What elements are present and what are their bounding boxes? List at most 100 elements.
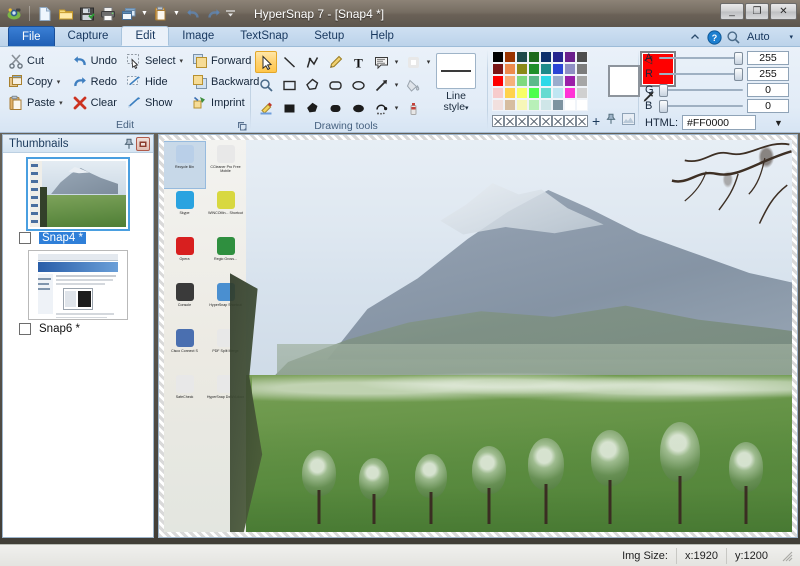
arrow-dropdown-arrow[interactable]: ▾	[392, 74, 401, 96]
chevron-up-icon[interactable]	[687, 29, 703, 45]
background-color-swatch[interactable]	[608, 65, 640, 97]
filled-ellipse-icon[interactable]	[347, 97, 369, 119]
transparent-swatch-2[interactable]	[516, 115, 528, 127]
palette-swatch-1-3[interactable]	[528, 63, 540, 75]
slider-thumb[interactable]	[659, 100, 668, 113]
pin-icon[interactable]	[122, 137, 136, 151]
pin-icon[interactable]	[605, 113, 617, 128]
palette-swatch-1-1[interactable]	[504, 63, 516, 75]
blur-icon[interactable]	[402, 51, 424, 73]
help-icon[interactable]: ?	[706, 29, 722, 45]
print-icon[interactable]	[98, 4, 117, 23]
tab-edit[interactable]: Edit	[121, 26, 169, 46]
channel-slider-B[interactable]	[659, 100, 743, 112]
ellipse-icon[interactable]	[347, 74, 369, 96]
thumbnail-checkbox[interactable]	[19, 323, 31, 335]
palette-swatch-1-0[interactable]	[492, 63, 504, 75]
thumbnail-label[interactable]: Snap6 *	[39, 323, 80, 335]
spray-can-icon[interactable]	[402, 97, 424, 119]
capture-dropdown-arrow[interactable]: ▼	[140, 4, 149, 23]
capture-window-icon[interactable]	[119, 4, 138, 23]
palette-swatch-3-6[interactable]	[564, 87, 576, 99]
arrow-tool-icon[interactable]	[370, 74, 392, 96]
pointer-select-icon[interactable]	[255, 51, 277, 73]
palette-swatch-3-5[interactable]	[552, 87, 564, 99]
palette-swatch-0-7[interactable]	[576, 51, 588, 63]
callout-icon[interactable]	[370, 51, 392, 73]
add-color-button[interactable]: +	[592, 115, 600, 127]
transparent-swatch-1[interactable]	[504, 115, 516, 127]
paste-dropdown-arrow[interactable]: ▾	[59, 99, 63, 107]
palette-swatch-4-4[interactable]	[540, 99, 552, 111]
new-file-icon[interactable]	[35, 4, 54, 23]
palette-swatch-4-7[interactable]	[576, 99, 588, 111]
palette-swatch-4-2[interactable]	[516, 99, 528, 111]
palette-swatch-2-1[interactable]	[504, 75, 516, 87]
open-folder-icon[interactable]	[56, 4, 75, 23]
minimize-button[interactable]: _	[720, 3, 744, 20]
hypersnap-icon[interactable]	[5, 4, 24, 23]
palette-swatch-2-7[interactable]	[576, 75, 588, 87]
slider-thumb[interactable]	[659, 84, 668, 97]
transparent-swatch-4[interactable]	[540, 115, 552, 127]
tab-help[interactable]: Help	[357, 26, 407, 46]
filled-rectangle-icon[interactable]	[278, 97, 300, 119]
transparent-swatches[interactable]	[492, 115, 588, 127]
palette-swatch-1-6[interactable]	[564, 63, 576, 75]
blur-dropdown-arrow[interactable]: ▾	[424, 51, 433, 73]
highlighter-icon[interactable]	[255, 97, 277, 119]
pencil-icon[interactable]	[324, 51, 346, 73]
clear-button[interactable]: Clear	[68, 92, 122, 113]
palette-swatch-3-1[interactable]	[504, 87, 516, 99]
undo-icon[interactable]	[183, 4, 202, 23]
tab-capture[interactable]: Capture	[55, 26, 122, 46]
redo-icon[interactable]	[204, 4, 223, 23]
palette-swatch-0-6[interactable]	[564, 51, 576, 63]
save-icon[interactable]	[77, 4, 96, 23]
tab-image[interactable]: Image	[169, 26, 227, 46]
palette-swatch-4-6[interactable]	[564, 99, 576, 111]
channel-slider-G[interactable]	[659, 84, 743, 96]
palette-swatch-2-2[interactable]	[516, 75, 528, 87]
palette-swatch-3-3[interactable]	[528, 87, 540, 99]
paste-button[interactable]: Paste ▾	[4, 92, 68, 113]
palette-swatch-2-4[interactable]	[540, 75, 552, 87]
undo-button[interactable]: Undo	[68, 50, 122, 71]
cut-button[interactable]: Cut	[4, 50, 68, 71]
rounded-rect-icon[interactable]	[324, 74, 346, 96]
channel-value-G[interactable]: 0	[747, 83, 789, 97]
palette-swatch-0-3[interactable]	[528, 51, 540, 63]
palette-swatch-1-4[interactable]	[540, 63, 552, 75]
palette-swatch-1-7[interactable]	[576, 63, 588, 75]
palette-swatch-4-5[interactable]	[552, 99, 564, 111]
palette-swatch-3-4[interactable]	[540, 87, 552, 99]
tab-textsnap[interactable]: TextSnap	[227, 26, 301, 46]
thumbnail-preview-snap4[interactable]	[28, 159, 128, 229]
fill-bucket-icon[interactable]	[402, 74, 424, 96]
palette-swatch-0-5[interactable]	[552, 51, 564, 63]
tab-setup[interactable]: Setup	[301, 26, 357, 46]
list-item[interactable]: Snap6 *	[3, 250, 153, 335]
zoom-level-dropdown[interactable]: Auto ▾	[744, 29, 796, 45]
line-style-dropdown-arrow[interactable]: ▾	[465, 105, 469, 112]
slider-thumb[interactable]	[734, 68, 743, 81]
list-item[interactable]: Snap4 *	[3, 159, 153, 244]
polygon-icon[interactable]	[301, 74, 323, 96]
line-style-control[interactable]: Line style▾	[433, 51, 479, 114]
transparent-swatch-7[interactable]	[576, 115, 588, 127]
palette-swatch-4-0[interactable]	[492, 99, 504, 111]
line-style-preview[interactable]	[436, 53, 476, 89]
magnifier-tool-icon[interactable]	[255, 74, 277, 96]
palette-swatch-0-1[interactable]	[504, 51, 516, 63]
filled-polygon-icon[interactable]	[301, 97, 323, 119]
filled-rounded-rect-icon[interactable]	[324, 97, 346, 119]
thumbnail-checkbox[interactable]	[19, 232, 31, 244]
palette-swatch-2-3[interactable]	[528, 75, 540, 87]
palette-swatch-0-2[interactable]	[516, 51, 528, 63]
palette-swatch-3-7[interactable]	[576, 87, 588, 99]
channel-value-B[interactable]: 0	[747, 99, 789, 113]
show-button[interactable]: Show	[122, 92, 188, 113]
thumbnail-label[interactable]: Snap4 *	[39, 232, 86, 244]
palette-swatch-1-2[interactable]	[516, 63, 528, 75]
palette-swatch-0-0[interactable]	[492, 51, 504, 63]
